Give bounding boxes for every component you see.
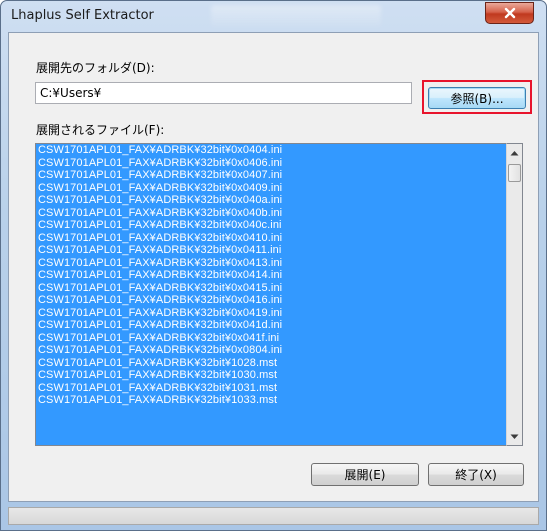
browse-button[interactable]: 参照(B)... bbox=[428, 87, 526, 109]
close-icon bbox=[504, 7, 515, 19]
file-list-item[interactable]: CSW1701APL01_FAX¥ADRBK¥32bit¥1033.mst bbox=[36, 394, 506, 407]
file-list-scrollbar[interactable] bbox=[506, 143, 523, 446]
file-list-item[interactable]: CSW1701APL01_FAX¥ADRBK¥32bit¥0x040c.ini bbox=[36, 219, 506, 232]
scroll-down-button[interactable] bbox=[507, 428, 522, 445]
file-list-item[interactable]: CSW1701APL01_FAX¥ADRBK¥32bit¥0x040a.ini bbox=[36, 194, 506, 207]
scroll-up-arrow-icon bbox=[510, 150, 519, 155]
file-list-item[interactable]: CSW1701APL01_FAX¥ADRBK¥32bit¥0x0410.ini bbox=[36, 232, 506, 245]
close-button[interactable] bbox=[485, 2, 534, 24]
file-list-item[interactable]: CSW1701APL01_FAX¥ADRBK¥32bit¥1028.mst bbox=[36, 357, 506, 370]
scroll-down-arrow-icon bbox=[510, 434, 519, 439]
file-list-item[interactable]: CSW1701APL01_FAX¥ADRBK¥32bit¥0x0415.ini bbox=[36, 282, 506, 295]
dialog-client-area: 展開先のフォルダ(D): 参照(B)... 展開されるファイル(F): CSW1… bbox=[8, 32, 539, 502]
file-list-item[interactable]: CSW1701APL01_FAX¥ADRBK¥32bit¥0x0406.ini bbox=[36, 157, 506, 170]
title-glass-decoration bbox=[211, 5, 381, 27]
folder-label: 展開先のフォルダ(D): bbox=[36, 61, 155, 75]
file-list-item[interactable]: CSW1701APL01_FAX¥ADRBK¥32bit¥1030.mst bbox=[36, 369, 506, 382]
file-list-item[interactable]: CSW1701APL01_FAX¥ADRBK¥32bit¥0x0419.ini bbox=[36, 307, 506, 320]
file-list[interactable]: CSW1701APL01_FAX¥ADRBK¥32bit¥0x0404.ini C… bbox=[35, 143, 506, 446]
file-list-item[interactable]: CSW1701APL01_FAX¥ADRBK¥32bit¥0x0804.ini bbox=[36, 344, 506, 357]
dialog-window: Lhaplus Self Extractor 展開先のフォルダ(D): 参照(B… bbox=[0, 0, 547, 531]
file-list-item[interactable]: CSW1701APL01_FAX¥ADRBK¥32bit¥0x0416.ini bbox=[36, 294, 506, 307]
file-list-item[interactable]: CSW1701APL01_FAX¥ADRBK¥32bit¥0x0413.ini bbox=[36, 257, 506, 270]
file-list-item[interactable]: CSW1701APL01_FAX¥ADRBK¥32bit¥1031.mst bbox=[36, 382, 506, 395]
window-title: Lhaplus Self Extractor bbox=[11, 8, 154, 23]
extract-button[interactable]: 展開(E) bbox=[311, 463, 419, 486]
exit-button[interactable]: 終了(X) bbox=[428, 463, 524, 486]
file-list-item[interactable]: CSW1701APL01_FAX¥ADRBK¥32bit¥0x0407.ini bbox=[36, 169, 506, 182]
file-list-item[interactable]: CSW1701APL01_FAX¥ADRBK¥32bit¥0x040b.ini bbox=[36, 207, 506, 220]
files-label: 展開されるファイル(F): bbox=[36, 123, 165, 137]
scroll-up-button[interactable] bbox=[507, 144, 522, 161]
file-list-item[interactable]: CSW1701APL01_FAX¥ADRBK¥32bit¥0x0414.ini bbox=[36, 269, 506, 282]
title-bar[interactable]: Lhaplus Self Extractor bbox=[1, 1, 546, 31]
file-list-item[interactable]: CSW1701APL01_FAX¥ADRBK¥32bit¥0x0411.ini bbox=[36, 244, 506, 257]
file-list-item[interactable]: CSW1701APL01_FAX¥ADRBK¥32bit¥0x041d.ini bbox=[36, 319, 506, 332]
file-list-item[interactable]: CSW1701APL01_FAX¥ADRBK¥32bit¥0x041f.ini bbox=[36, 332, 506, 345]
scroll-thumb[interactable] bbox=[508, 164, 521, 182]
file-list-item[interactable]: CSW1701APL01_FAX¥ADRBK¥32bit¥0x0404.ini bbox=[36, 144, 506, 157]
destination-folder-input[interactable] bbox=[35, 82, 412, 104]
status-bar bbox=[8, 507, 539, 525]
file-list-item[interactable]: CSW1701APL01_FAX¥ADRBK¥32bit¥0x0409.ini bbox=[36, 182, 506, 195]
